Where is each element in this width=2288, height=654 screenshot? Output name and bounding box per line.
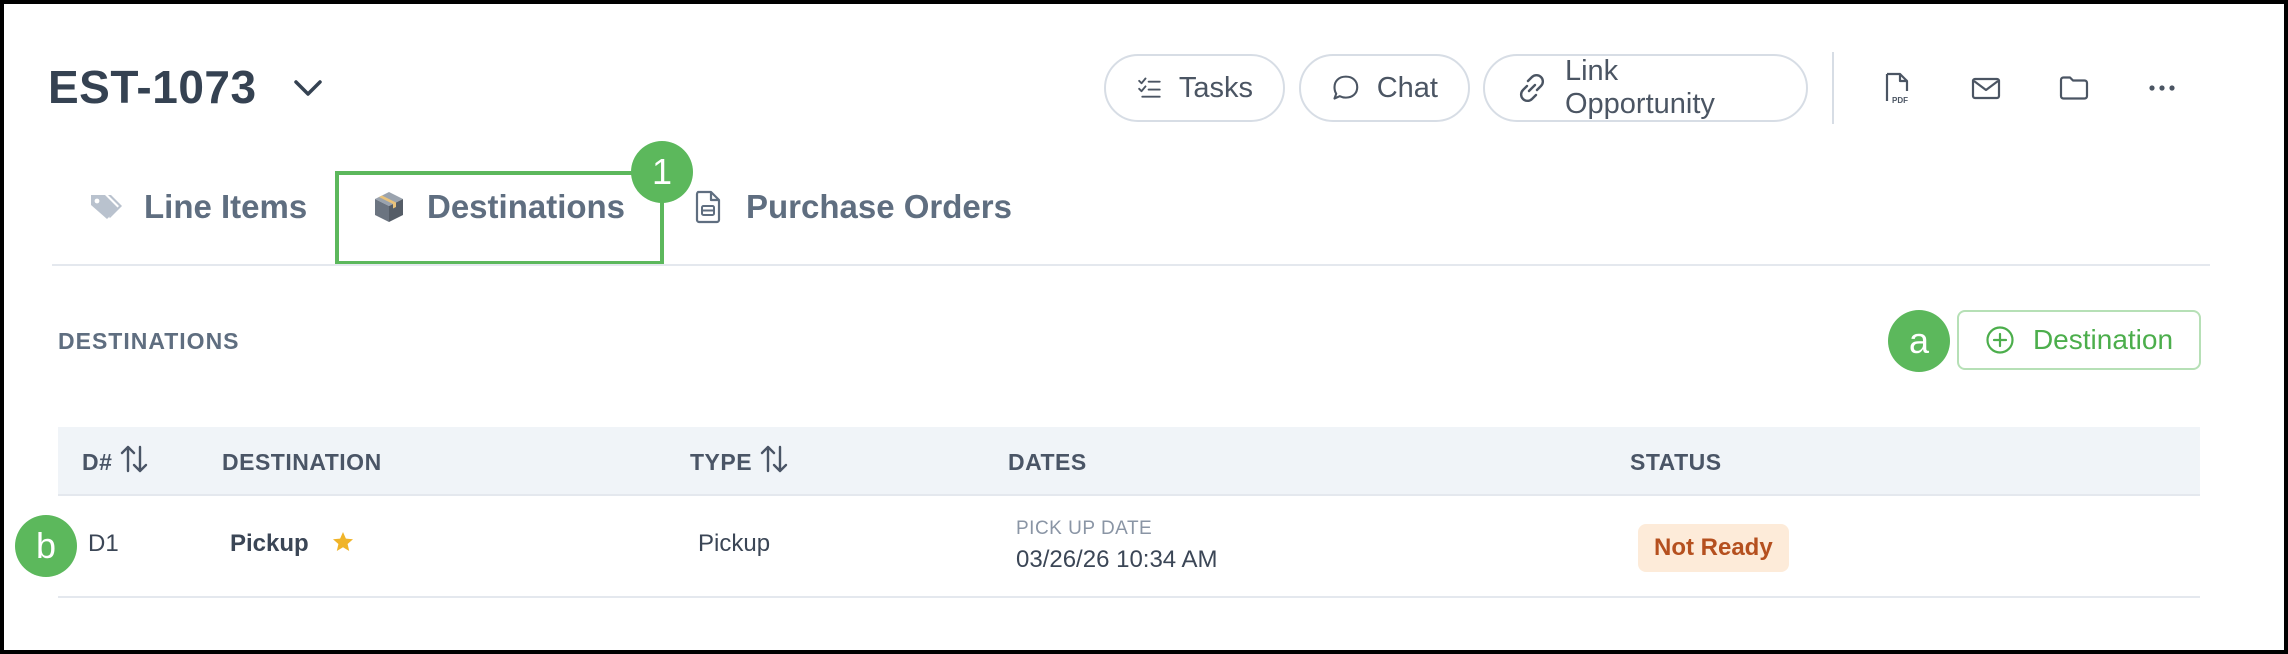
column-header-type[interactable]: TYPE	[690, 445, 790, 476]
svg-text:PDF: PDF	[1892, 96, 1908, 105]
column-header-dates: DATES	[1008, 449, 1087, 475]
active-tab-highlight	[335, 171, 664, 265]
chat-button[interactable]: Chat	[1299, 54, 1470, 122]
column-header-id[interactable]: D#	[82, 445, 150, 476]
email-button[interactable]	[1966, 66, 2006, 110]
add-destination-button[interactable]: Destination	[1957, 310, 2201, 370]
add-destination-label: Destination	[2032, 324, 2174, 355]
pdf-icon: PDF	[1885, 72, 1908, 105]
folder-button[interactable]	[2054, 66, 2094, 110]
row-id: D1	[88, 530, 119, 557]
tab-label: Purchase Orders	[746, 188, 1012, 225]
column-header-destination: DESTINATION	[222, 449, 382, 475]
annotation-badge-b: b	[15, 515, 77, 577]
tasks-label: Tasks	[1178, 71, 1253, 104]
more-icon	[2149, 85, 2175, 91]
mail-icon	[1971, 77, 2001, 100]
app-window: EST-1073 Tasks Chat Link Opportunity PDF…	[4, 4, 2284, 650]
chevron-down-icon[interactable]	[290, 76, 326, 100]
status-badge: Not Ready	[1638, 524, 1789, 572]
tab-purchase-orders[interactable]: Purchase Orders	[690, 188, 1012, 226]
pdf-button[interactable]: PDF	[1877, 66, 1917, 110]
row-date-label: PICK UP DATE	[1016, 518, 1153, 539]
row-destination[interactable]: Pickup	[230, 530, 355, 558]
folder-icon	[2059, 76, 2089, 100]
link-icon	[1519, 73, 1545, 103]
column-header-status: STATUS	[1630, 449, 1722, 475]
table-header: D# DESTINATION TYPE DATES STATUS	[58, 427, 2200, 496]
annotation-badge-1: 1	[631, 141, 693, 203]
toolbar-divider	[1832, 52, 1834, 124]
row-date-value: 03/26/26 10:34 AM	[1016, 546, 1218, 573]
tab-label: Line Items	[144, 188, 308, 225]
page-title: EST-1073	[48, 61, 257, 113]
tab-line-items[interactable]: Line Items	[88, 188, 307, 226]
chat-label: Chat	[1376, 71, 1438, 104]
chat-bubble-icon	[1333, 75, 1359, 100]
annotation-badge-a: a	[1888, 310, 1950, 372]
document-icon	[695, 190, 721, 224]
sort-icon[interactable]	[118, 443, 150, 475]
link-opportunity-label: Link Opportunity	[1564, 55, 1715, 120]
link-opportunity-button[interactable]: Link Opportunity	[1483, 54, 1808, 122]
table-row[interactable]: D1 Pickup Pickup PICK UP DATE 03/26/26 1…	[58, 496, 2200, 598]
section-title: DESTINATIONS	[58, 328, 240, 354]
tab-divider	[52, 264, 2210, 266]
checklist-icon	[1138, 77, 1161, 98]
plus-circle-icon	[1986, 326, 2014, 354]
tag-icon	[91, 195, 122, 219]
tasks-button[interactable]: Tasks	[1104, 54, 1285, 122]
sort-icon[interactable]	[758, 443, 790, 475]
row-type: Pickup	[698, 530, 771, 557]
star-icon	[333, 532, 354, 551]
more-button[interactable]	[2142, 66, 2182, 110]
